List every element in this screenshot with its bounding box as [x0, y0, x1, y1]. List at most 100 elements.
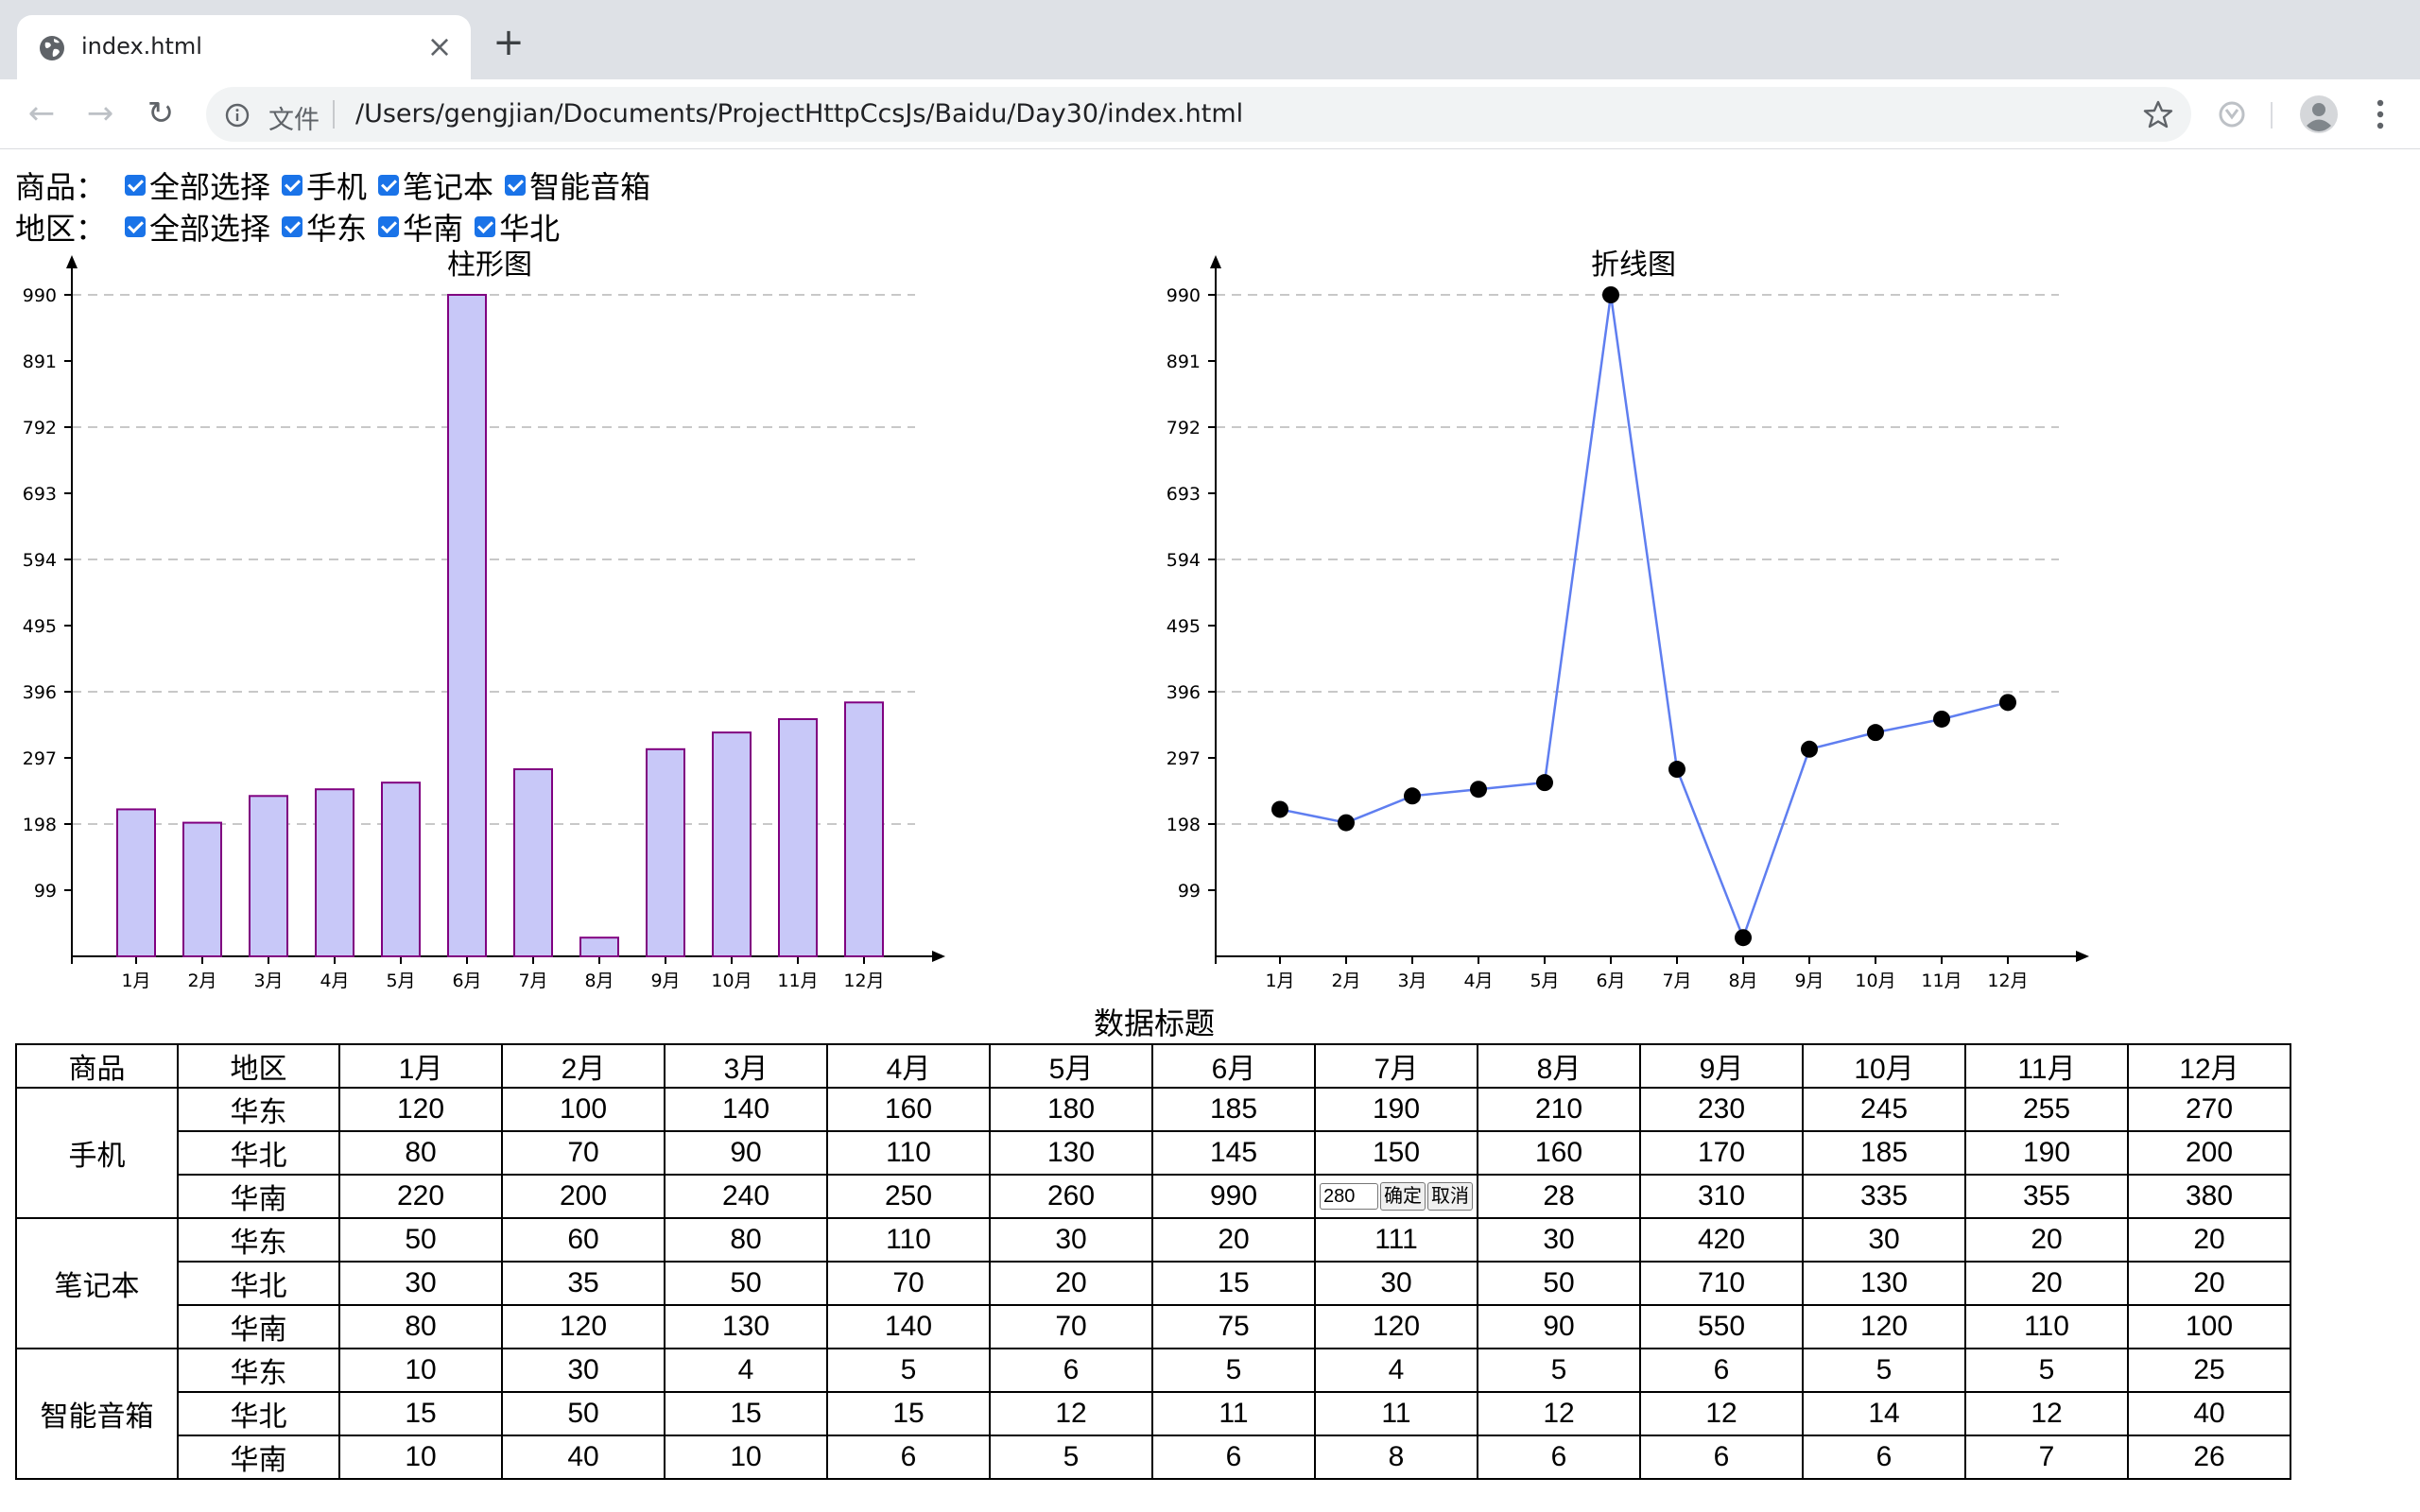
value-cell[interactable]: 12: [1477, 1391, 1641, 1436]
value-cell[interactable]: 35: [501, 1261, 666, 1306]
value-cell[interactable]: 355: [1964, 1174, 2129, 1219]
value-cell[interactable]: 40: [501, 1435, 666, 1480]
value-cell[interactable]: 130: [1802, 1261, 1966, 1306]
value-cell[interactable]: 335: [1802, 1174, 1966, 1219]
value-cell[interactable]: 120: [501, 1304, 666, 1349]
confirm-button[interactable]: 确定: [1380, 1182, 1426, 1211]
value-cell[interactable]: 250: [826, 1174, 991, 1219]
more-menu-icon[interactable]: [2363, 94, 2397, 134]
value-cell[interactable]: 310: [1639, 1174, 1804, 1219]
value-cell[interactable]: 100: [501, 1087, 666, 1132]
value-cell[interactable]: 70: [989, 1304, 1153, 1349]
address-bar[interactable]: 文件 /Users/gengjian/Documents/ProjectHttp…: [206, 87, 2191, 142]
value-cell[interactable]: 6: [989, 1348, 1153, 1393]
value-cell[interactable]: 140: [826, 1304, 991, 1349]
goods-checkbox-speaker[interactable]: 智能音箱: [505, 163, 650, 207]
value-cell[interactable]: 10: [664, 1435, 828, 1480]
value-cell[interactable]: 15: [826, 1391, 991, 1436]
value-cell[interactable]: 25: [2127, 1348, 2291, 1393]
region-checkbox-all[interactable]: 全部选择: [125, 205, 270, 249]
value-cell[interactable]: 170: [1639, 1130, 1804, 1176]
value-cell[interactable]: 30: [989, 1217, 1153, 1263]
value-cell[interactable]: 145: [1151, 1130, 1316, 1176]
profile-avatar-icon[interactable]: [2299, 94, 2339, 134]
value-cell[interactable]: 120: [338, 1087, 503, 1132]
checkbox-checked-icon[interactable]: [125, 216, 147, 237]
value-cell[interactable]: 70: [501, 1130, 666, 1176]
forward-icon[interactable]: →: [79, 93, 121, 134]
value-cell[interactable]: 28: [1477, 1174, 1641, 1219]
value-cell[interactable]: 20: [989, 1261, 1153, 1306]
extension-icon[interactable]: [2218, 100, 2246, 129]
value-cell[interactable]: 30: [1477, 1217, 1641, 1263]
value-cell[interactable]: 90: [664, 1130, 828, 1176]
value-cell[interactable]: 20: [1964, 1217, 2129, 1263]
value-cell[interactable]: 14: [1802, 1391, 1966, 1436]
value-cell[interactable]: 185: [1151, 1087, 1316, 1132]
value-cell[interactable]: 550: [1639, 1304, 1804, 1349]
value-cell[interactable]: 10: [338, 1348, 503, 1393]
region-checkbox-east[interactable]: 华东: [282, 205, 367, 249]
value-cell[interactable]: 30: [1802, 1217, 1966, 1263]
value-cell[interactable]: 230: [1639, 1087, 1804, 1132]
value-cell[interactable]: 50: [664, 1261, 828, 1306]
value-cell[interactable]: 111: [1314, 1217, 1478, 1263]
value-cell[interactable]: 6: [1639, 1348, 1804, 1393]
value-cell[interactable]: 120: [1314, 1304, 1478, 1349]
back-icon[interactable]: ←: [21, 93, 62, 134]
checkbox-checked-icon[interactable]: [505, 175, 527, 196]
value-cell[interactable]: 5: [1964, 1348, 2129, 1393]
value-cell[interactable]: 50: [1477, 1261, 1641, 1306]
checkbox-checked-icon[interactable]: [378, 216, 400, 237]
value-cell[interactable]: 160: [826, 1087, 991, 1132]
value-cell[interactable]: 80: [664, 1217, 828, 1263]
value-cell[interactable]: 40: [2127, 1391, 2291, 1436]
value-cell[interactable]: 6: [1151, 1435, 1316, 1480]
new-tab-button[interactable]: +: [492, 24, 526, 61]
value-cell[interactable]: 50: [501, 1391, 666, 1436]
value-cell[interactable]: 150: [1314, 1130, 1478, 1176]
value-cell[interactable]: 20: [2127, 1217, 2291, 1263]
value-cell[interactable]: 5: [1802, 1348, 1966, 1393]
bookmark-star-icon[interactable]: [2142, 98, 2174, 130]
reload-icon[interactable]: ↻: [140, 93, 182, 134]
value-cell[interactable]: 26: [2127, 1435, 2291, 1480]
value-cell[interactable]: 6: [1477, 1435, 1641, 1480]
value-cell[interactable]: 20: [1964, 1261, 2129, 1306]
value-cell[interactable]: 220: [338, 1174, 503, 1219]
value-cell[interactable]: 4: [664, 1348, 828, 1393]
value-cell[interactable]: 100: [2127, 1304, 2291, 1349]
checkbox-checked-icon[interactable]: [282, 175, 303, 196]
value-cell[interactable]: 240: [664, 1174, 828, 1219]
goods-checkbox-laptop[interactable]: 笔记本: [378, 163, 493, 207]
info-icon[interactable]: [225, 103, 250, 128]
checkbox-checked-icon[interactable]: [125, 175, 147, 196]
value-cell[interactable]: 210: [1477, 1087, 1641, 1132]
value-cell[interactable]: 12: [1639, 1391, 1804, 1436]
value-cell[interactable]: 110: [826, 1217, 991, 1263]
value-cell[interactable]: 12: [1964, 1391, 2129, 1436]
checkbox-checked-icon[interactable]: [475, 216, 496, 237]
value-cell[interactable]: 270: [2127, 1087, 2291, 1132]
value-cell[interactable]: 15: [1151, 1261, 1316, 1306]
cancel-button[interactable]: 取消: [1427, 1182, 1473, 1211]
value-cell[interactable]: 4: [1314, 1348, 1478, 1393]
value-cell[interactable]: 710: [1639, 1261, 1804, 1306]
value-cell[interactable]: 260: [989, 1174, 1153, 1219]
value-cell[interactable]: 75: [1151, 1304, 1316, 1349]
value-cell[interactable]: 6: [826, 1435, 991, 1480]
value-cell[interactable]: 30: [501, 1348, 666, 1393]
checkbox-checked-icon[interactable]: [378, 175, 400, 196]
value-cell[interactable]: 5: [989, 1435, 1153, 1480]
value-cell[interactable]: 60: [501, 1217, 666, 1263]
value-cell[interactable]: 5: [1477, 1348, 1641, 1393]
goods-checkbox-all[interactable]: 全部选择: [125, 163, 270, 207]
value-cell[interactable]: 7: [1964, 1435, 2129, 1480]
goods-checkbox-phone[interactable]: 手机: [282, 163, 367, 207]
value-cell[interactable]: 180: [989, 1087, 1153, 1132]
value-cell[interactable]: 15: [338, 1391, 503, 1436]
value-cell[interactable]: 160: [1477, 1130, 1641, 1176]
value-cell[interactable]: 50: [338, 1217, 503, 1263]
value-cell[interactable]: 420: [1639, 1217, 1804, 1263]
value-cell[interactable]: 990: [1151, 1174, 1316, 1219]
